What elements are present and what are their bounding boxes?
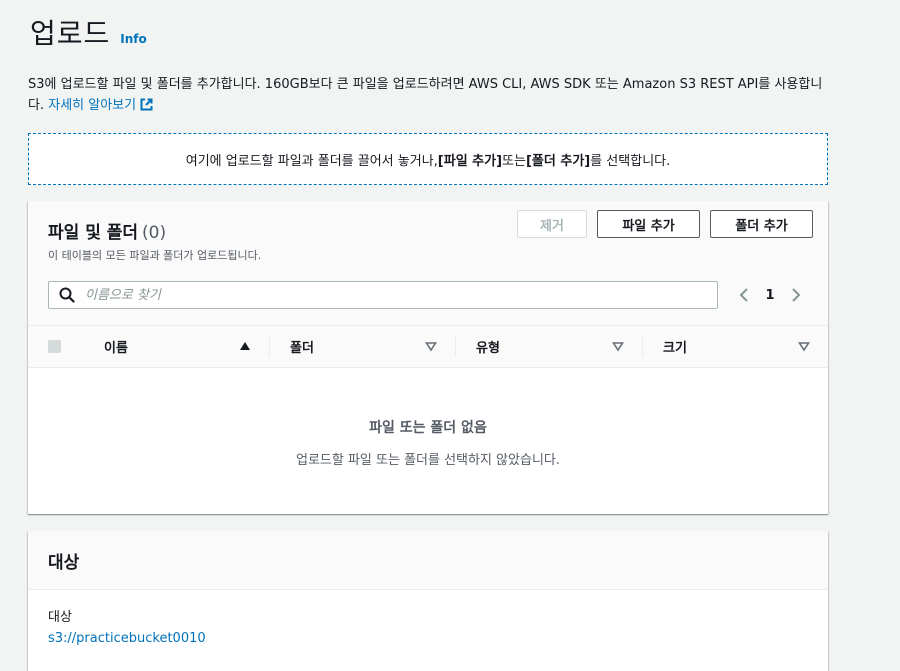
destination-panel-title: 대상 (48, 553, 80, 573)
column-divider (642, 337, 643, 357)
search-input[interactable] (83, 286, 707, 304)
empty-state-message: 업로드할 파일 또는 폴더를 선택하지 않았습니다. (296, 453, 560, 468)
destination-link[interactable]: s3://practicebucket0010 (48, 631, 206, 646)
learn-more-label: 자세히 알아보기 (48, 98, 137, 113)
dropzone-add-folder: [폴더 추가] (525, 153, 591, 169)
destination-panel-header: 대상 (28, 531, 828, 590)
dropzone-text-after: 를 선택합니다. (590, 153, 671, 169)
empty-state-title: 파일 또는 폴더 없음 (369, 420, 487, 436)
table-header: 이름 폴더 유형 크기 (28, 325, 828, 368)
add-file-button[interactable]: 파일 추가 (597, 210, 700, 238)
files-panel-header: 파일 및 폴더 (0) 이 테이블의 모든 파일과 폴더가 업로드됩니다. 제거 … (28, 201, 828, 325)
files-panel-title: 파일 및 폴더 (0) (48, 218, 166, 243)
sort-icon[interactable] (425, 340, 437, 352)
page-description: S3에 업로드할 파일 및 폴더를 추가합니다. 160GB보다 큰 파일을 업… (28, 74, 828, 116)
column-folder[interactable]: 폴더 (290, 326, 314, 367)
external-link-icon (140, 98, 153, 111)
files-count: (0) (142, 223, 167, 243)
add-folder-button[interactable]: 폴더 추가 (710, 210, 813, 238)
column-divider (455, 337, 456, 357)
column-divider (269, 337, 270, 357)
current-page[interactable]: 1 (754, 288, 786, 303)
destination-label: 대상 (48, 610, 72, 625)
dropzone-add-file: [파일 추가] (437, 153, 503, 169)
learn-more-link[interactable]: 자세히 알아보기 (48, 98, 153, 113)
search-box (48, 281, 718, 309)
column-size[interactable]: 크기 (663, 326, 687, 367)
info-link[interactable]: Info (120, 32, 146, 46)
search-icon (59, 287, 75, 303)
destination-panel: 대상 대상 s3://practicebucket0010 (28, 531, 828, 671)
page-title: 업로드 (30, 17, 111, 50)
pagination: 1 (734, 285, 806, 305)
files-panel-subtitle: 이 테이블의 모든 파일과 폴더가 업로드됩니다. (48, 249, 262, 262)
drop-zone[interactable]: 여기에 업로드할 파일과 폴더를 끌어서 놓거나, [파일 추가] 또는 [폴더… (28, 133, 828, 185)
sort-asc-icon[interactable] (239, 340, 251, 352)
prev-page-icon[interactable] (734, 285, 754, 305)
next-page-icon[interactable] (786, 285, 806, 305)
files-panel-title-text: 파일 및 폴더 (48, 223, 139, 243)
remove-button[interactable]: 제거 (517, 210, 587, 238)
select-all-checkbox[interactable] (48, 340, 61, 353)
column-name[interactable]: 이름 (104, 326, 128, 367)
files-folders-panel: 파일 및 폴더 (0) 이 테이블의 모든 파일과 폴더가 업로드됩니다. 제거 … (28, 201, 828, 514)
page-header: 업로드 Info (30, 12, 147, 52)
dropzone-text-middle: 또는 (502, 153, 526, 169)
dropzone-text-before: 여기에 업로드할 파일과 폴더를 끌어서 놓거나, (185, 153, 438, 169)
sort-icon[interactable] (798, 340, 810, 352)
sort-icon[interactable] (612, 340, 624, 352)
column-type[interactable]: 유형 (476, 326, 500, 367)
